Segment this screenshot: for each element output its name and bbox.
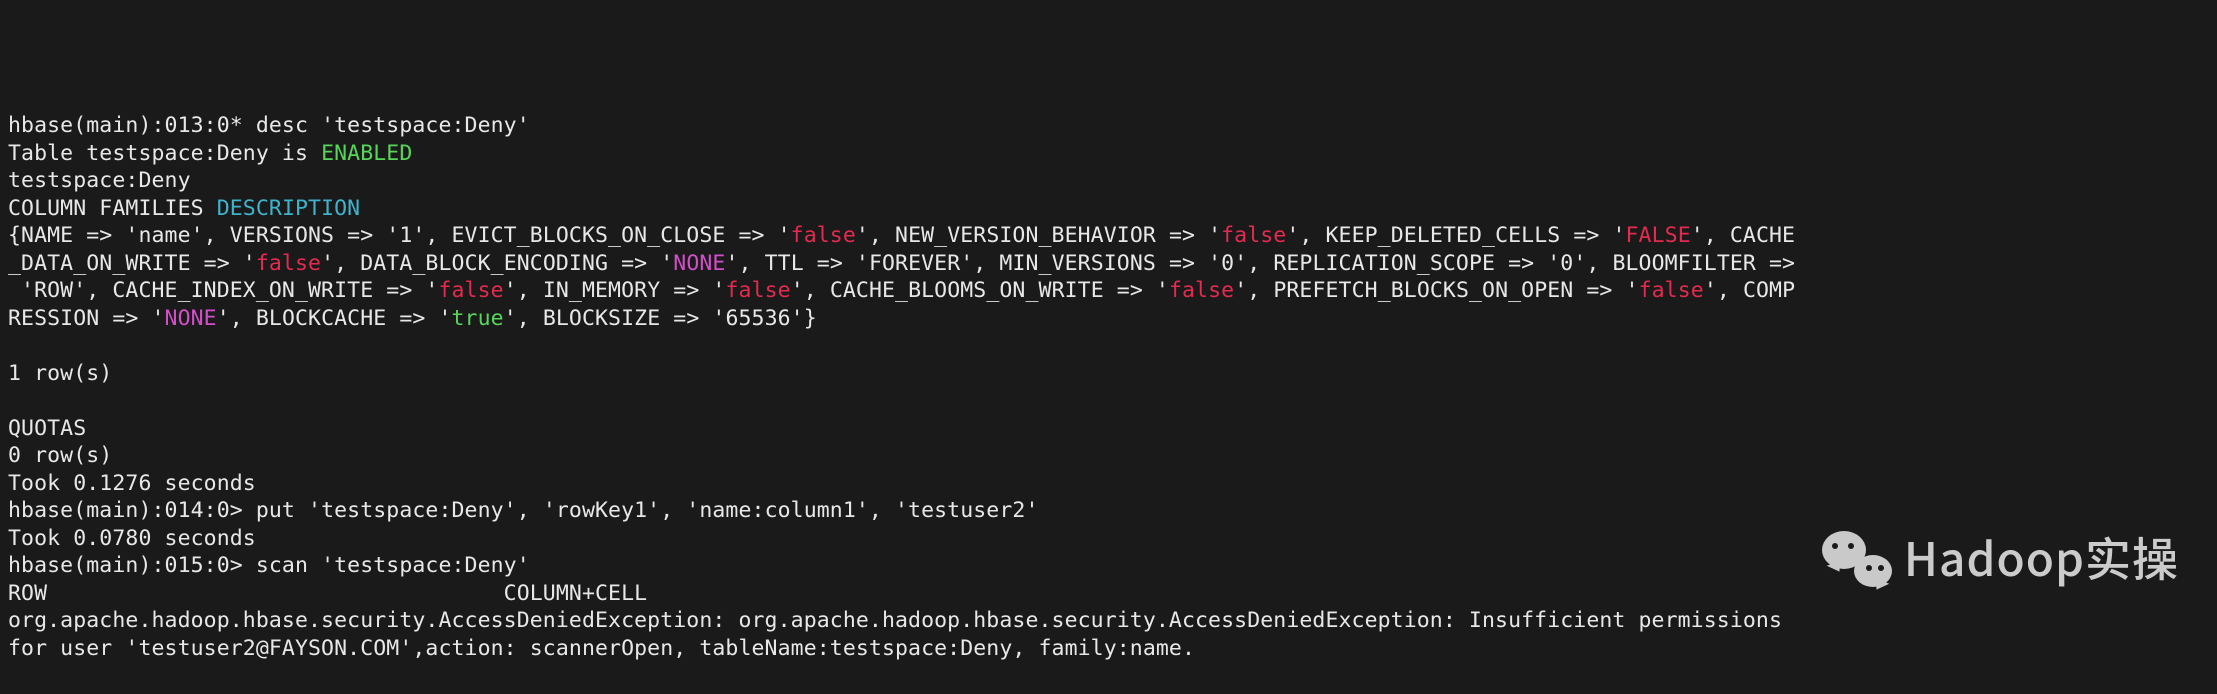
desc-line2: testspace:Deny: [8, 168, 191, 193]
took-put: Took 0.0780 seconds: [8, 526, 256, 551]
cf-line3: 'ROW', CACHE_INDEX_ON_WRITE => 'false', …: [8, 278, 1795, 303]
rows-0: 0 row(s): [8, 443, 112, 468]
cf-line2: _DATA_ON_WRITE => 'false', DATA_BLOCK_EN…: [8, 251, 1795, 276]
scan-header: ROW COLUMN+CELL: [8, 581, 647, 606]
cmd-desc: desc 'testspace:Deny': [256, 113, 530, 138]
desc-line1: Table testspace:Deny is ENABLED: [8, 141, 412, 166]
quotas: QUOTAS: [8, 416, 86, 441]
cmd-scan: scan 'testspace:Deny': [256, 553, 530, 578]
cf-line4: RESSION => 'NONE', BLOCKCACHE => 'true',…: [8, 306, 817, 331]
terminal[interactable]: hbase(main):013:0* desc 'testspace:Deny'…: [8, 112, 2209, 662]
cf-line1: {NAME => 'name', VERSIONS => '1', EVICT_…: [8, 223, 1795, 248]
prompt: hbase(main):015:0>: [8, 553, 256, 578]
took-desc: Took 0.1276 seconds: [8, 471, 256, 496]
prompt: hbase(main):013:0*: [8, 113, 256, 138]
scan-error-2: for user 'testuser2@FAYSON.COM',action: …: [8, 636, 1195, 661]
desc-line3: COLUMN FAMILIES DESCRIPTION: [8, 196, 360, 221]
prompt: hbase(main):014:0>: [8, 498, 256, 523]
rows-1: 1 row(s): [8, 361, 112, 386]
cmd-put: put 'testspace:Deny', 'rowKey1', 'name:c…: [256, 498, 1039, 523]
